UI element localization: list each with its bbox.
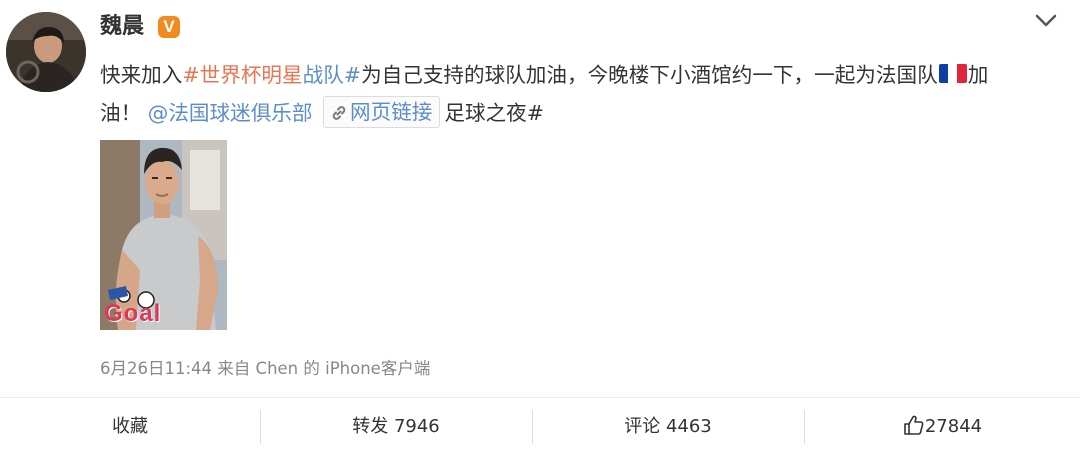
chevron-down-icon[interactable] — [1034, 10, 1058, 30]
source-prefix: 来自 — [217, 359, 251, 378]
author-name[interactable]: 魏晨 — [100, 13, 144, 41]
text-segment: 加 — [967, 63, 989, 87]
link-icon — [332, 106, 346, 120]
mention-link[interactable]: @法国球迷俱乐部 — [148, 101, 313, 125]
post-image[interactable]: Goal — [100, 140, 227, 330]
like-button[interactable]: 27844 — [805, 398, 1080, 452]
comment-button[interactable]: 评论 4463 — [533, 398, 803, 452]
thumbs-up-icon — [904, 415, 924, 435]
topic-link[interactable]: #世界杯明星 — [182, 63, 302, 87]
post-meta: 6月26日11:44 来自 Chen 的 iPhone客户端 — [100, 358, 430, 380]
post-timestamp[interactable]: 6月26日11:44 — [100, 359, 212, 378]
text-segment: 为自己支持的球队加油，今晚楼下小酒馆约一下，一起为法国队 — [361, 63, 938, 87]
text-segment: 油！ — [100, 101, 142, 125]
topic-link-suffix[interactable]: 战队# — [303, 63, 361, 87]
favorite-button[interactable]: 收藏 — [0, 398, 260, 452]
post-text: 快来加入#世界杯明星战队#为自己支持的球队加油，今晚楼下小酒馆约一下，一起为法国… — [100, 56, 1060, 132]
post-source: Chen 的 iPhone客户端 — [255, 359, 431, 378]
text-segment: 足球之夜# — [444, 101, 545, 125]
avatar-image — [6, 12, 86, 92]
web-link-button[interactable]: 网页链接 — [323, 96, 441, 128]
action-bar: 收藏 转发 7946 评论 4463 27844 — [0, 397, 1080, 452]
avatar[interactable] — [6, 12, 86, 92]
image-goal-text: Goal — [104, 300, 162, 327]
repost-button[interactable]: 转发 7946 — [261, 398, 531, 452]
text-segment: 快来加入 — [100, 63, 183, 87]
verified-badge-icon: V — [158, 16, 180, 38]
france-flag-icon — [938, 64, 967, 83]
